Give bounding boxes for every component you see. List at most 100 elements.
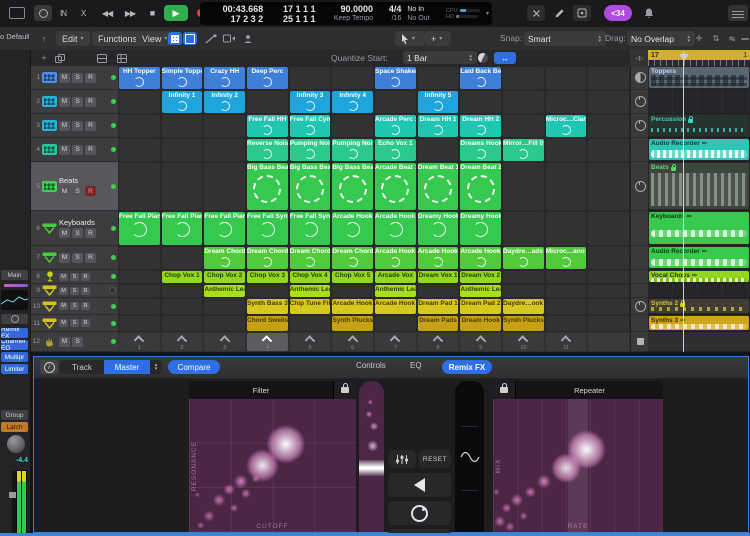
solo-button[interactable]: S <box>72 144 83 155</box>
compare-button[interactable]: Compare <box>168 360 220 374</box>
input-monitor-dot[interactable] <box>111 320 116 326</box>
pencil-icon[interactable] <box>550 5 568 21</box>
filter-lock-button[interactable] <box>333 381 356 399</box>
loop-cell[interactable]: Space Shakers <box>375 67 416 89</box>
mute-button[interactable]: M <box>59 286 68 295</box>
performer-icon[interactable] <box>240 32 256 45</box>
record-enable-button[interactable]: R <box>85 120 96 131</box>
track-header[interactable]: 12 M S <box>31 332 119 352</box>
scene-trigger[interactable]: 11 <box>545 333 587 351</box>
loop-cell[interactable]: Dream Chord 2 <box>247 247 288 269</box>
loop-cell[interactable]: Daydre…ads 01 <box>503 247 544 269</box>
track-header[interactable]: 8 MSR <box>31 270 119 284</box>
stop-button[interactable]: ■ <box>143 5 161 21</box>
record-enable-button[interactable]: R <box>85 72 96 83</box>
tab-eq[interactable]: EQ <box>410 361 422 370</box>
track-header[interactable]: 9 MSR <box>31 284 119 298</box>
scene-trigger[interactable]: 1 <box>119 333 160 351</box>
repeater-lock-button[interactable] <box>493 381 516 399</box>
loop-cell[interactable]: Chop Vox 4 <box>289 271 331 283</box>
drag-dropdown[interactable]: No Overlap ▲ ▼ <box>627 31 695 46</box>
loop-cell[interactable]: Arcade Hook 3 <box>460 247 502 269</box>
scene-trigger[interactable]: 9 <box>460 333 502 351</box>
mute-button[interactable]: M <box>59 228 70 238</box>
edit-menu[interactable]: Edit ▾ <box>56 31 90 46</box>
colors-icon[interactable] <box>34 5 52 21</box>
autofit-width-button[interactable]: ↔ <box>494 52 516 64</box>
loop-cell[interactable]: Daydre…ook 01 <box>503 299 544 314</box>
input-monitor-dot[interactable] <box>111 303 116 309</box>
global-tracks-button[interactable] <box>95 52 109 64</box>
loop-cell[interactable]: Chip Tune Fills <box>289 299 331 314</box>
loop-cell[interactable]: Arcade Beat 1 <box>375 163 416 210</box>
main-output-button[interactable]: Main <box>1 270 28 280</box>
playhead-handle[interactable] <box>679 54 689 61</box>
loop-cell[interactable]: Reverse Noise <box>247 139 288 161</box>
record-enable-button[interactable]: R <box>81 302 90 310</box>
quantize-start-dropdown[interactable]: 1 Bar ▲ ▼ <box>403 51 477 64</box>
loop-cell[interactable]: Dream HH 1 <box>417 115 459 137</box>
loop-cell[interactable]: Dreams Hook 1 <box>460 139 502 161</box>
loop-cell[interactable]: Chop Vox 2 <box>204 271 246 283</box>
loop-cell[interactable]: Arcade Hook 1 <box>375 247 416 269</box>
input-monitor-dot[interactable] <box>111 255 116 260</box>
loop-cell[interactable]: Dream Chord 1 <box>204 247 246 269</box>
track-header[interactable]: 6 Keyboards M S R <box>31 211 119 246</box>
loop-cell[interactable]: Big Bass Beat 3 <box>332 163 374 210</box>
gater-vertical-slider[interactable] <box>455 381 484 532</box>
record-enable-button[interactable]: R <box>85 144 96 155</box>
add-track-button[interactable]: + <box>37 52 51 64</box>
loop-cell[interactable]: Dream Pad 1 <box>417 299 459 314</box>
solo-button[interactable]: S <box>70 286 79 295</box>
forward-button[interactable]: ▶▶ <box>120 5 140 21</box>
mute-button[interactable]: M <box>59 319 68 327</box>
input-monitor-dot[interactable] <box>111 225 116 231</box>
loop-cell[interactable]: Big Bass Beat 1 <box>247 163 288 210</box>
track-header[interactable]: 1 MSR <box>31 66 119 90</box>
region[interactable]: Beats <box>649 163 749 209</box>
flex-icon[interactable]: X <box>74 5 92 21</box>
midi-capture-icon[interactable] <box>221 32 237 45</box>
input-monitor-dot[interactable] <box>109 287 116 294</box>
solo-button[interactable]: S <box>72 252 83 263</box>
loop-cell[interactable]: Free Fall Piano <box>204 212 246 245</box>
tab-remix-fx[interactable]: Remix FX <box>442 360 492 374</box>
loop-cell[interactable]: Arcade Hook 2 <box>417 247 459 269</box>
key-commands-icon[interactable] <box>573 5 591 21</box>
loop-cell[interactable]: Dream Pad 2 <box>460 299 502 314</box>
mute-button[interactable]: M <box>59 336 70 347</box>
mute-button[interactable]: M <box>59 72 70 83</box>
track-header[interactable]: 4 MSR <box>31 138 119 162</box>
plugin-slot-channeleq[interactable]: Channel EQ <box>1 340 28 350</box>
mute-button[interactable]: M <box>59 144 70 155</box>
rewind-button[interactable]: ◀◀ <box>97 5 117 21</box>
loop-cell[interactable]: Dream Chord 3 <box>289 247 331 269</box>
collab-badge[interactable]: <34 <box>604 5 632 21</box>
loop-cell[interactable]: Dream Vox 2 <box>460 271 502 283</box>
region[interactable]: Synths 3∞ <box>649 316 749 330</box>
reset-button[interactable]: RESET <box>419 450 451 468</box>
input-monitor-dot[interactable] <box>111 147 116 152</box>
input-monitor-dot[interactable] <box>111 339 116 344</box>
loop-cell[interactable]: Microc…Clank <box>545 115 587 137</box>
loop-cell[interactable]: Synth Plucks <box>503 316 544 331</box>
pointer-tool-button[interactable]: ▾ <box>395 31 425 46</box>
mute-button[interactable]: M <box>59 272 68 281</box>
track-header[interactable]: 5 Beats M S R <box>31 162 119 211</box>
input-monitor-icon[interactable]: IN <box>54 5 72 21</box>
reverse-button[interactable] <box>388 473 451 497</box>
loop-cell[interactable]: Arcade Vox <box>375 271 416 283</box>
grid-arrange-divider[interactable] <box>630 66 650 352</box>
plugin-slot-remixfx[interactable]: Remix FX <box>1 328 28 338</box>
channel-select-dropdown[interactable]: Master <box>104 360 150 374</box>
grid-view-button[interactable] <box>168 32 182 45</box>
lcd-chevron-icon[interactable]: ▾ <box>483 2 492 25</box>
input-monitor-dot[interactable] <box>111 123 116 128</box>
loop-cell[interactable]: Free Fall Cym <box>289 115 331 137</box>
plugin-slot-limiter[interactable]: Limiter <box>1 364 28 374</box>
loop-cell[interactable]: Free Fall Piano <box>161 212 203 245</box>
region[interactable]: Keyboards ∞ <box>649 212 749 244</box>
loop-cell[interactable]: Dream Chord 4 <box>332 247 374 269</box>
region[interactable]: Synths 2 <box>649 299 749 313</box>
loop-cell[interactable]: Synth Bass 3 <box>247 299 288 314</box>
